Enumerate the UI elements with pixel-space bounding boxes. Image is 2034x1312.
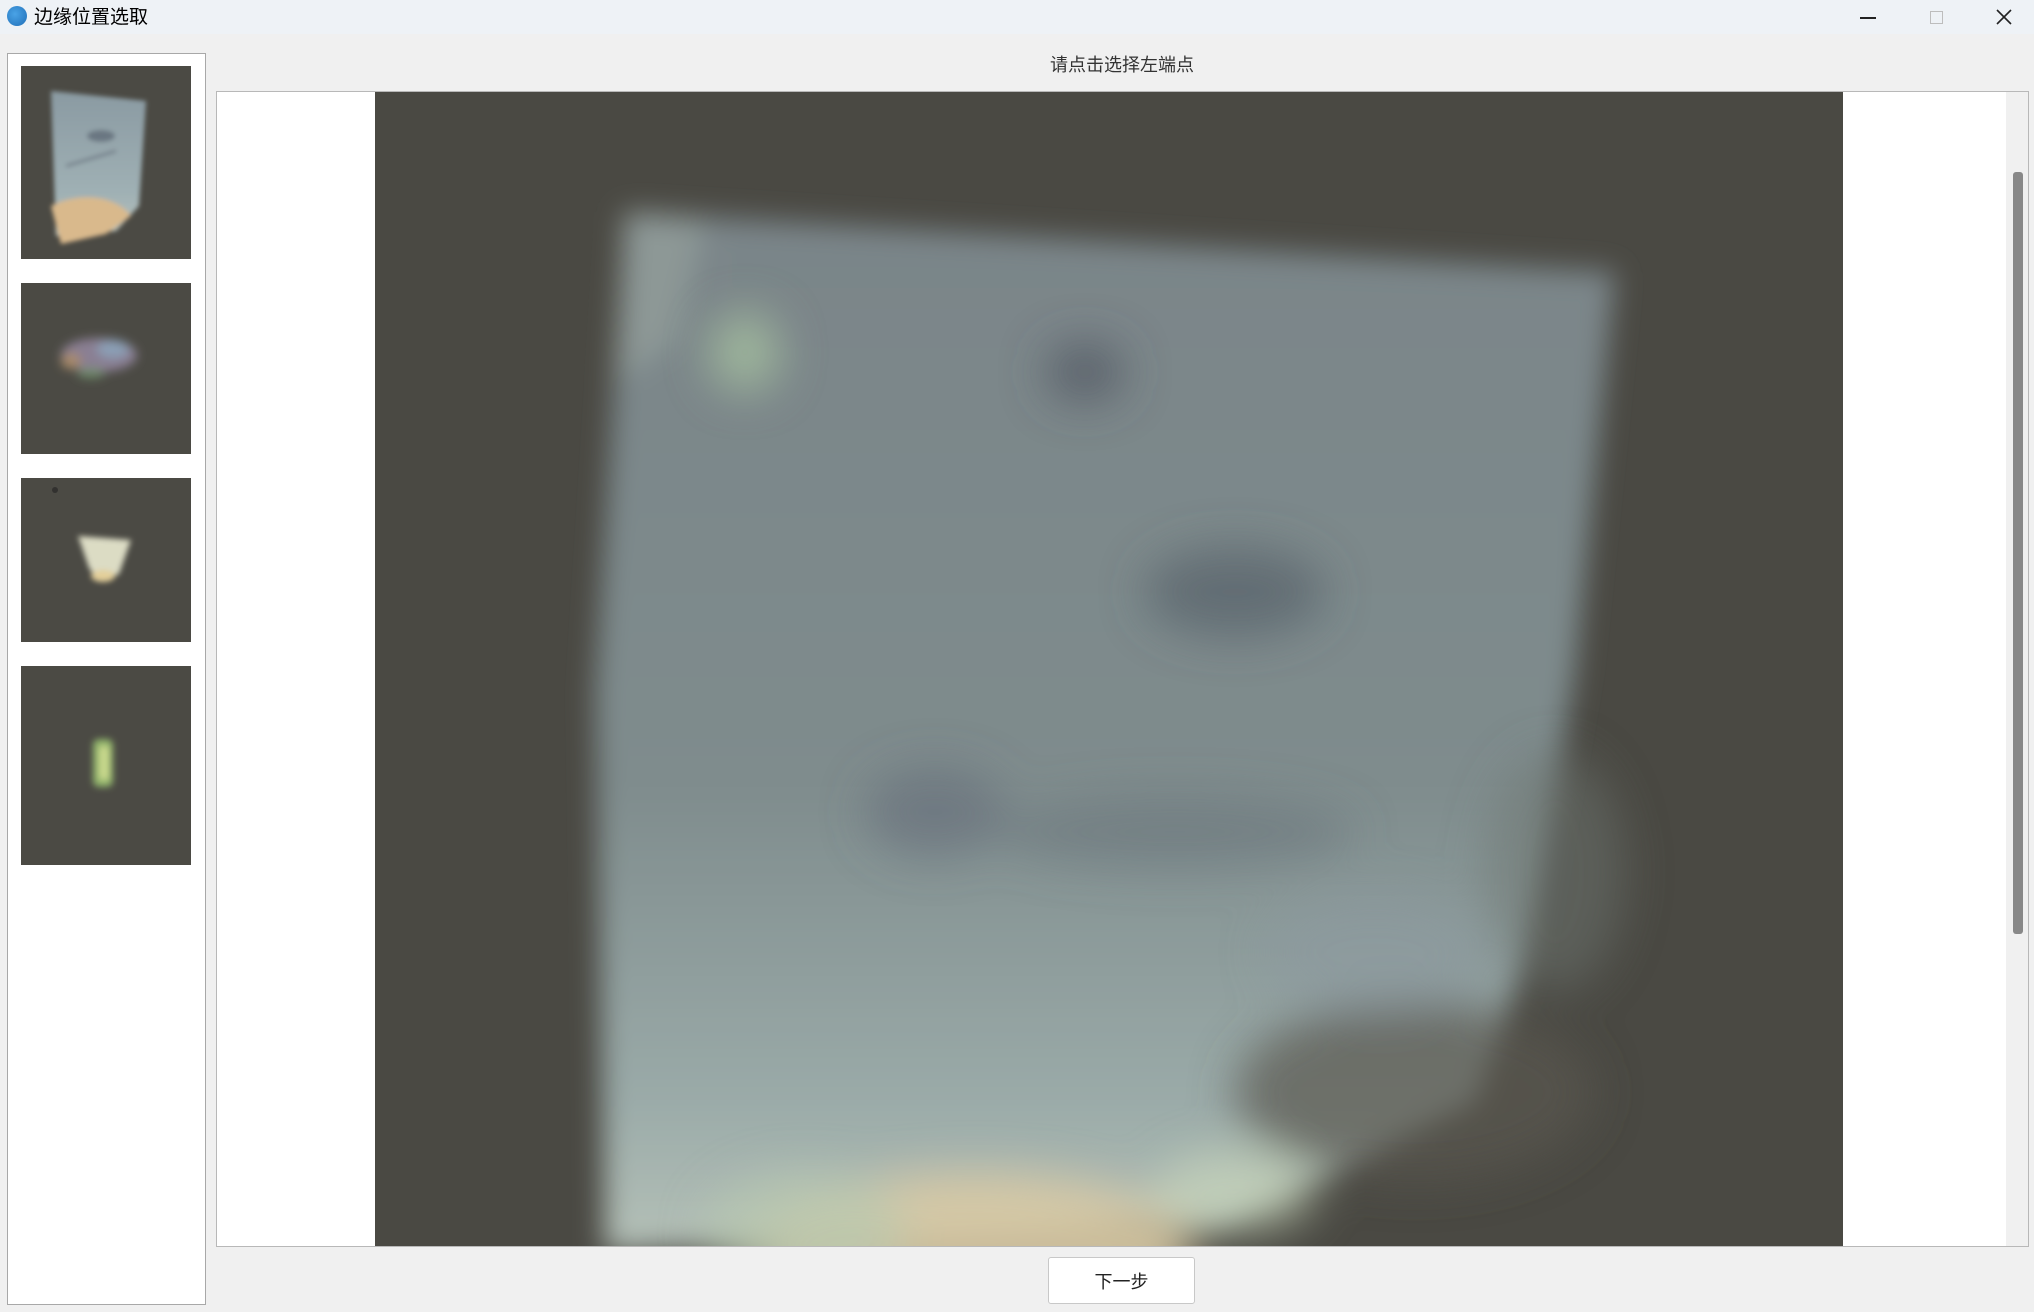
thumbnail-3[interactable] bbox=[21, 478, 191, 642]
thumbnail-2[interactable] bbox=[21, 283, 191, 454]
close-icon bbox=[1996, 9, 2012, 25]
thumbnail-list[interactable] bbox=[7, 53, 206, 1305]
thumbnail-4[interactable] bbox=[21, 666, 191, 865]
thumbnail-1-image bbox=[21, 66, 191, 259]
next-step-button[interactable]: 下一步 bbox=[1048, 1257, 1195, 1304]
main-image[interactable] bbox=[375, 92, 1843, 1246]
window-title: 边缘位置选取 bbox=[34, 6, 149, 28]
title-bar[interactable]: 边缘位置选取 bbox=[0, 0, 2034, 34]
edge-selection-window: 边缘位置选取 请点击选择左端点 下一步 bbox=[0, 0, 2034, 1312]
close-button[interactable] bbox=[1970, 0, 2034, 34]
app-icon bbox=[7, 6, 27, 26]
minimize-icon bbox=[1860, 17, 1876, 19]
sample-image bbox=[375, 92, 1843, 1246]
vertical-scrollbar[interactable] bbox=[2006, 92, 2028, 1246]
thumbnail-4-image bbox=[21, 666, 191, 865]
thumbnail-2-image bbox=[21, 283, 191, 454]
scrollbar-thumb[interactable] bbox=[2013, 172, 2023, 934]
thumbnail-1[interactable] bbox=[21, 66, 191, 259]
thumbnail-3-image bbox=[21, 478, 191, 642]
image-viewer[interactable] bbox=[216, 91, 2029, 1247]
maximize-icon bbox=[1929, 10, 1943, 24]
instruction-label: 请点击选择左端点 bbox=[1050, 55, 1194, 76]
maximize-button[interactable] bbox=[1902, 0, 1970, 34]
minimize-button[interactable] bbox=[1834, 0, 1902, 34]
